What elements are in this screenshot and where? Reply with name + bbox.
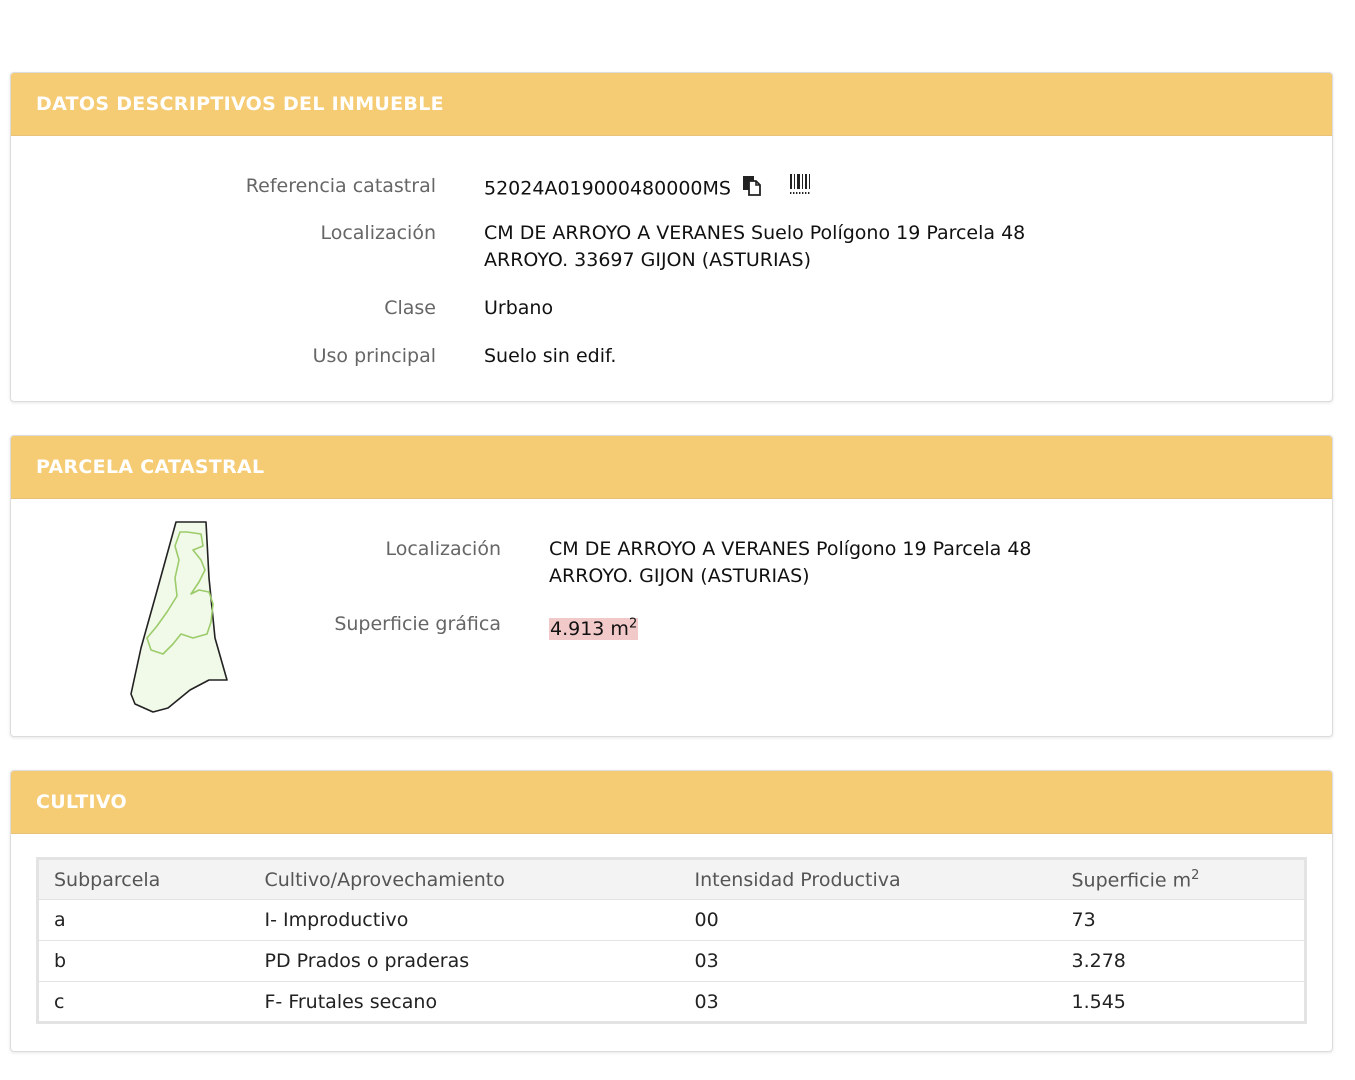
superficie-grafica-amount: 4.913 m2 [549,617,639,641]
parcela-catastral-header: PARCELA CATASTRAL [11,436,1332,499]
referencia-catastral-label: Referencia catastral [245,175,436,197]
table-row: c F- Frutales secano 03 1.545 [38,982,1306,1023]
superficie-grafica-label: Superficie gráfica [334,613,501,635]
cell-cultivo: F- Frutales secano [264,990,438,1013]
cell-intensidad: 00 [679,899,1057,941]
parcela-localizacion-line2: ARROYO. GIJON (ASTURIAS) [549,565,810,587]
referencia-catastral-value[interactable]: 52024A019000480000MS [484,178,731,200]
barcode-icon[interactable] [789,173,811,205]
superficie-grafica-number: 4.913 m [550,618,629,641]
datos-descriptivos-title: DATOS DESCRIPTIVOS DEL INMUEBLE [36,93,444,115]
col-superficie-label: Superficie m [1071,869,1192,892]
parcela-localizacion-value: CM DE ARROYO A VERANES Polígono 19 Parce… [549,536,1032,590]
superficie-grafica-sup: 2 [628,617,638,632]
datos-descriptivos-header: DATOS DESCRIPTIVOS DEL INMUEBLE [11,73,1332,136]
clase-value: Urbano [484,297,554,319]
localizacion-line1: CM DE ARROYO A VERANES Suelo Polígono 19… [484,222,1026,244]
col-cultivo: Cultivo/Aprovechamiento [249,858,680,900]
col-subparcela: Subparcela [37,858,250,900]
cultivo-header: CULTIVO [11,771,1332,834]
localizacion-label: Localización [320,222,436,244]
cultivo-table-header-row: Subparcela Cultivo/Aprovechamiento Inten… [37,858,1306,900]
table-row: a I- Improductivo 00 73 [37,899,1306,941]
cultivo-title: CULTIVO [36,791,127,813]
parcela-catastral-panel: PARCELA CATASTRAL Localización CM DE ARR… [10,435,1333,737]
cell-superficie: 1.545 [1071,990,1126,1013]
parcela-catastral-title: PARCELA CATASTRAL [36,456,265,478]
cell-intensidad: 03 [694,990,719,1013]
cell-superficie: 73 [1056,899,1306,941]
superficie-grafica-value: 4.913 m2 [549,611,639,643]
cultivo-panel: CULTIVO Subparcela Cultivo/Aprovechamien… [10,770,1333,1052]
localizacion-value: CM DE ARROYO A VERANES Suelo Polígono 19… [484,220,1025,274]
cell-cultivo: I- Improductivo [249,899,680,941]
cell-subparcela: b [37,940,250,982]
col-superficie: Superficie m2 [1056,858,1306,900]
col-intensidad: Intensidad Productiva [679,858,1057,900]
parcela-localizacion-label: Localización [385,538,501,560]
cell-superficie: 3.278 [1056,940,1306,982]
table-row: b PD Prados o praderas 03 3.278 [37,940,1306,982]
col-superficie-sup: 2 [1191,867,1200,883]
cell-intensidad: 03 [679,940,1057,982]
cell-subparcela: a [37,899,250,941]
uso-principal-label: Uso principal [312,345,436,367]
cultivo-table: Subparcela Cultivo/Aprovechamiento Inten… [36,857,1307,1024]
localizacion-line2: ARROYO. 33697 GIJON (ASTURIAS) [484,249,812,271]
datos-descriptivos-panel: DATOS DESCRIPTIVOS DEL INMUEBLE Referenc… [10,72,1333,402]
cell-cultivo: PD Prados o praderas [249,940,680,982]
copy-icon[interactable] [741,174,763,204]
referencia-catastral-row: 52024A019000480000MS [484,173,811,205]
cell-subparcela: c [54,990,65,1013]
parcela-localizacion-line1: CM DE ARROYO A VERANES Polígono 19 Parce… [549,538,1032,560]
uso-principal-value: Suelo sin edif. [484,345,617,367]
clase-label: Clase [384,297,436,319]
